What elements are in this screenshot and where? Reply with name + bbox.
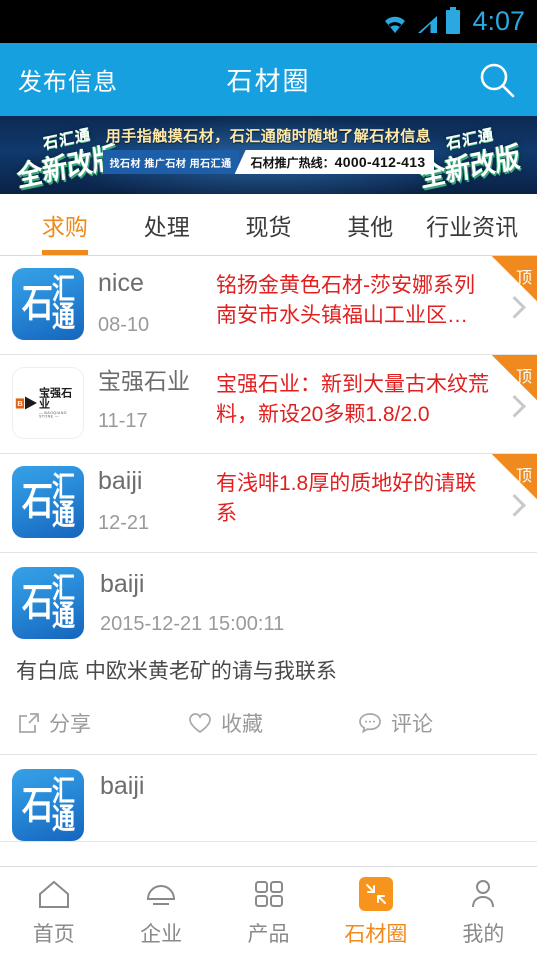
nav-label-products: 产品 — [247, 923, 290, 946]
baoqiang-logo-text: 宝强石业 — BAOQIANG STONE — — [39, 387, 80, 418]
baoqiang-mark: B — [15, 397, 25, 409]
promo-banner[interactable]: 石汇通 全新改版 用手指触摸石材，石汇通随时随地了解石材信息 找石材 推广石材 … — [0, 116, 537, 194]
wifi-icon — [382, 14, 408, 34]
promoted-date: 11-17 — [98, 410, 148, 433]
nav-item-stone-circle[interactable]: 石材圈 — [322, 877, 429, 948]
promoted-row[interactable]: 石汇通 baiji 12-21 有浅啡1.8厚的质地好的请联系 顶 — [0, 454, 537, 553]
nav-item-company[interactable]: 企业 — [107, 877, 214, 948]
banner-headline: 用手指触摸石材，石汇通随时随地了解石材信息 — [105, 128, 432, 145]
promoted-row[interactable]: 石汇通 nice 08-10 铭扬金黄色石材-莎安娜系列南安市水头镇福山工业区…… — [0, 256, 537, 355]
nav-label-company: 企业 — [140, 923, 183, 946]
post-meta: baiji — [100, 769, 144, 801]
comment-icon — [358, 712, 382, 734]
favorite-label: 收藏 — [221, 713, 263, 737]
post-item[interactable]: 石汇通 baiji 2015-12-21 15:00:11 有白底 中欧米黄老矿… — [0, 553, 537, 756]
post-actions: 分享 收藏 评论 — [18, 708, 521, 738]
nav-label-stone-circle: 石材圈 — [344, 923, 408, 946]
shihuitong-logo-icon: 石汇通 — [22, 470, 75, 531]
promoted-text: 宝强石业：新到大量古木纹荒料，新设20多颗1.8/2.0 — [216, 373, 489, 427]
nav-item-mine[interactable]: 我的 — [430, 877, 537, 948]
tab-qita[interactable]: 其他 — [319, 194, 421, 255]
promoted-username: nice — [98, 269, 144, 297]
comment-action[interactable]: 评论 — [358, 708, 433, 738]
tab-qiugou[interactable]: 求购 — [14, 194, 116, 255]
company-icon — [144, 877, 178, 911]
banner-hotline-label: 石材推广热线： — [250, 155, 335, 170]
nav-item-products[interactable]: 产品 — [215, 877, 322, 948]
nav-item-home[interactable]: 首页 — [0, 877, 107, 948]
search-icon — [475, 58, 519, 102]
share-label: 分享 — [49, 713, 91, 737]
heart-icon — [188, 712, 212, 734]
post-meta: baiji 2015-12-21 15:00:11 — [100, 567, 284, 636]
app-root: 4:07 发布信息 石材圈 石汇通 全新改版 用手指触摸石材，石汇通随时随地了解… — [0, 0, 537, 958]
promoted-date: 12-21 — [98, 511, 150, 534]
post-header: 石汇通 baiji — [12, 769, 521, 842]
post-item[interactable]: 石汇通 baiji — [0, 755, 537, 843]
promoted-user-block: nice 08-10 — [98, 268, 216, 337]
arrow-shape-icon — [25, 396, 38, 410]
avatar: 石汇通 — [12, 466, 84, 538]
search-button[interactable] — [475, 58, 519, 102]
promoted-username: baiji — [98, 467, 143, 495]
bottom-navigation: 首页 企业 产品 石材圈 我的 — [0, 866, 537, 958]
avatar: 石汇通 — [12, 769, 84, 842]
promoted-text: 有浅啡1.8厚的质地好的请联系 — [216, 472, 477, 526]
baoqiang-name: 宝强石业 — [38, 386, 73, 411]
battery-icon — [446, 6, 461, 34]
avatar: 石汇通 — [12, 268, 84, 340]
promoted-row[interactable]: B 宝强石业 — BAOQIANG STONE — 宝强石业 11-17 宝强石… — [0, 355, 537, 454]
home-icon — [37, 877, 71, 911]
grid-icon — [253, 877, 285, 911]
post-header: 石汇通 baiji 2015-12-21 15:00:11 — [12, 567, 521, 639]
comment-label: 评论 — [391, 713, 433, 737]
category-tabs: 求购 处理 现货 其他 行业资讯 — [0, 194, 537, 256]
promoted-username: 宝强石业 — [98, 368, 190, 394]
banner-hotline-number: 4000-412-413 — [334, 154, 426, 170]
stone-circle-icon — [358, 877, 393, 911]
banner-tag: 找石材 推广石材 用石汇通 — [102, 150, 239, 174]
avatar: 石汇通 — [12, 567, 84, 639]
status-icons — [382, 6, 461, 34]
shihuitong-logo-icon: 石汇通 — [22, 272, 75, 333]
banner-hotline: 石材推广热线： 4000-412-413 — [234, 150, 435, 174]
status-time: 4:07 — [472, 6, 525, 36]
banner-center: 用手指触摸石材，石汇通随时随地了解石材信息 找石材 推广石材 用石汇通 石材推广… — [102, 125, 435, 174]
nav-label-home: 首页 — [32, 923, 75, 946]
post-username: baiji — [100, 570, 145, 598]
signal-icon — [415, 14, 439, 34]
tab-chuli[interactable]: 处理 — [116, 194, 218, 255]
avatar: B 宝强石业 — BAOQIANG STONE — — [12, 367, 84, 439]
tab-hangyezixun[interactable]: 行业资讯 — [421, 194, 523, 255]
share-icon — [18, 712, 40, 734]
tab-xianhuo[interactable]: 现货 — [218, 194, 320, 255]
nav-label-mine: 我的 — [462, 923, 505, 946]
status-bar: 4:07 — [0, 0, 537, 43]
post-body: 有白底 中欧米黄老矿的请与我联系 — [16, 660, 337, 683]
baoqiang-subtext: — BAOQIANG STONE — — [38, 410, 68, 419]
promoted-user-block: baiji 12-21 — [98, 466, 216, 535]
favorite-action[interactable]: 收藏 — [188, 708, 358, 738]
promoted-text: 铭扬金黄色石材-莎安娜系列南安市水头镇福山工业区… — [216, 274, 475, 328]
publish-info-button[interactable]: 发布信息 — [18, 62, 118, 97]
app-header: 发布信息 石材圈 — [0, 43, 537, 116]
post-timestamp: 2015-12-21 15:00:11 — [100, 612, 285, 635]
person-icon — [468, 877, 498, 911]
banner-hotline-row: 找石材 推广石材 用石汇通 石材推广热线： 4000-412-413 — [102, 150, 435, 174]
feed-list[interactable]: 石汇通 nice 08-10 铭扬金黄色石材-莎安娜系列南安市水头镇福山工业区…… — [0, 256, 537, 866]
promoted-user-block: 宝强石业 11-17 — [98, 367, 216, 433]
shihuitong-logo-icon: 石汇通 — [22, 571, 75, 632]
shihuitong-logo-icon: 石汇通 — [22, 774, 75, 835]
promoted-date: 08-10 — [98, 313, 150, 336]
share-action[interactable]: 分享 — [18, 708, 188, 738]
post-username: baiji — [100, 772, 145, 801]
baoqiang-logo-icon: B 宝强石业 — BAOQIANG STONE — — [15, 387, 80, 418]
